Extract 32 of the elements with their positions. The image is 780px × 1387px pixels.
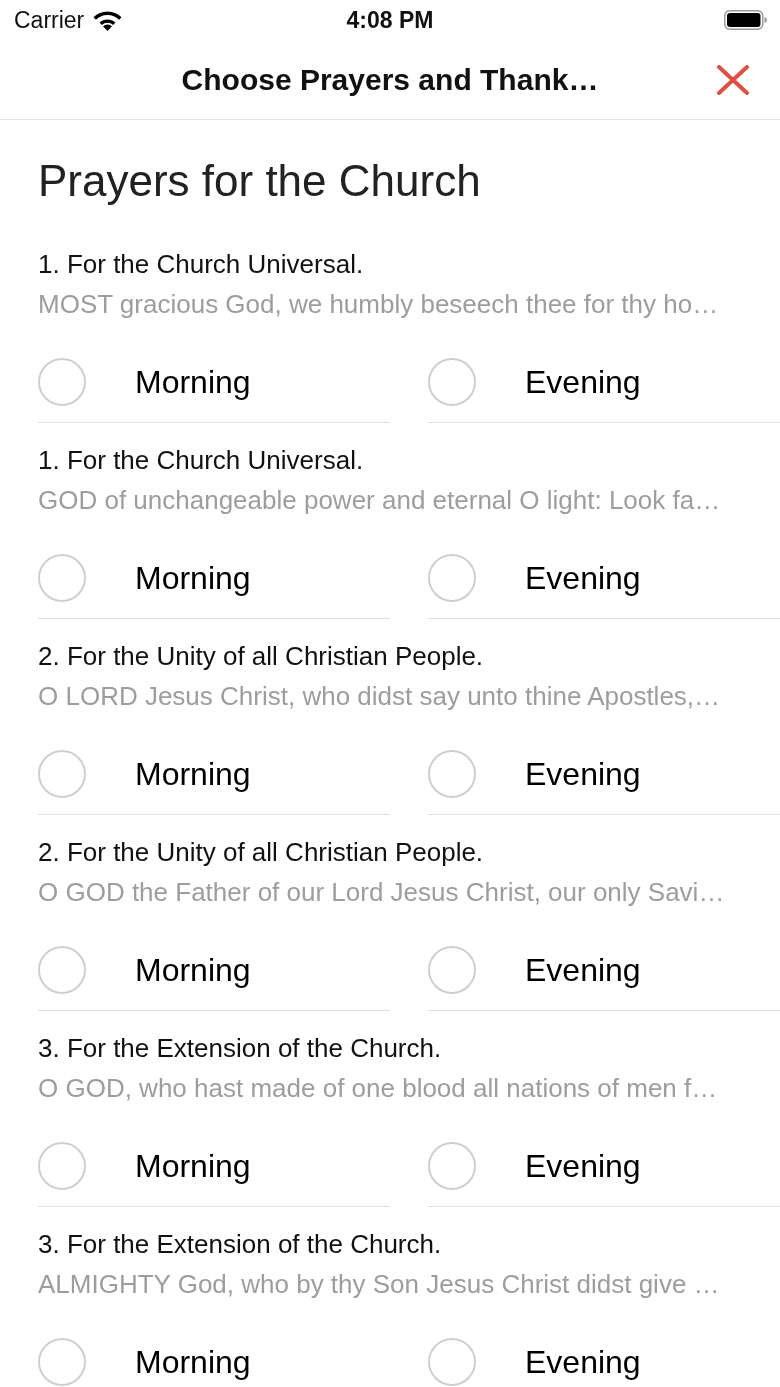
prayer-preview: MOST gracious God, we humbly beseech thee for thy ho… [38,288,720,321]
time-option[interactable]: Evening [428,358,641,406]
time-option[interactable]: Evening [428,1142,641,1190]
time-option[interactable]: Morning [38,554,251,602]
prayer-preview: O LORD Jesus Christ, who didst say unto thine Apostles,… [38,680,722,713]
prayer-title: 1. For the Church Universal. [38,248,365,281]
time-option[interactable]: Evening [428,1338,641,1386]
nav-title: Choose Prayers and Thank… [181,62,599,97]
prayer-title: 1. For the Church Universal. [38,444,365,477]
status-time: 4:08 PM [346,6,434,34]
prayer-preview: O GOD the Father of our Lord Jesus Christ, our only Savi… [38,876,726,909]
carrier-label: Carrier [14,6,85,34]
time-option[interactable]: Evening [428,554,641,602]
close-button[interactable] [717,64,749,95]
wifi-icon [93,9,123,31]
time-option[interactable]: Morning [38,946,251,994]
prayer-title: 3. For the Extension of the Church. [38,1032,443,1065]
prayer-preview: GOD of unchangeable power and eternal O light: Look fa… [38,484,722,517]
time-option[interactable]: Morning [38,750,251,798]
battery-icon [724,10,767,30]
prayer-preview: ALMIGHTY God, who by thy Son Jesus Christ didst give … [38,1268,721,1301]
time-option[interactable]: Morning [38,1142,251,1190]
prayer-title: 2. For the Unity of all Christian People. [38,836,485,869]
time-option[interactable]: Morning [38,1338,251,1386]
section-heading: Prayers for the Church [38,155,482,207]
time-option[interactable]: Evening [428,750,641,798]
prayer-preview: O GOD, who hast made of one blood all nations of men f… [38,1072,719,1105]
time-option[interactable]: Morning [38,358,251,406]
prayer-title: 2. For the Unity of all Christian People. [38,640,485,673]
time-option[interactable]: Evening [428,946,641,994]
close-icon [717,64,749,95]
prayer-title: 3. For the Extension of the Church. [38,1228,443,1261]
